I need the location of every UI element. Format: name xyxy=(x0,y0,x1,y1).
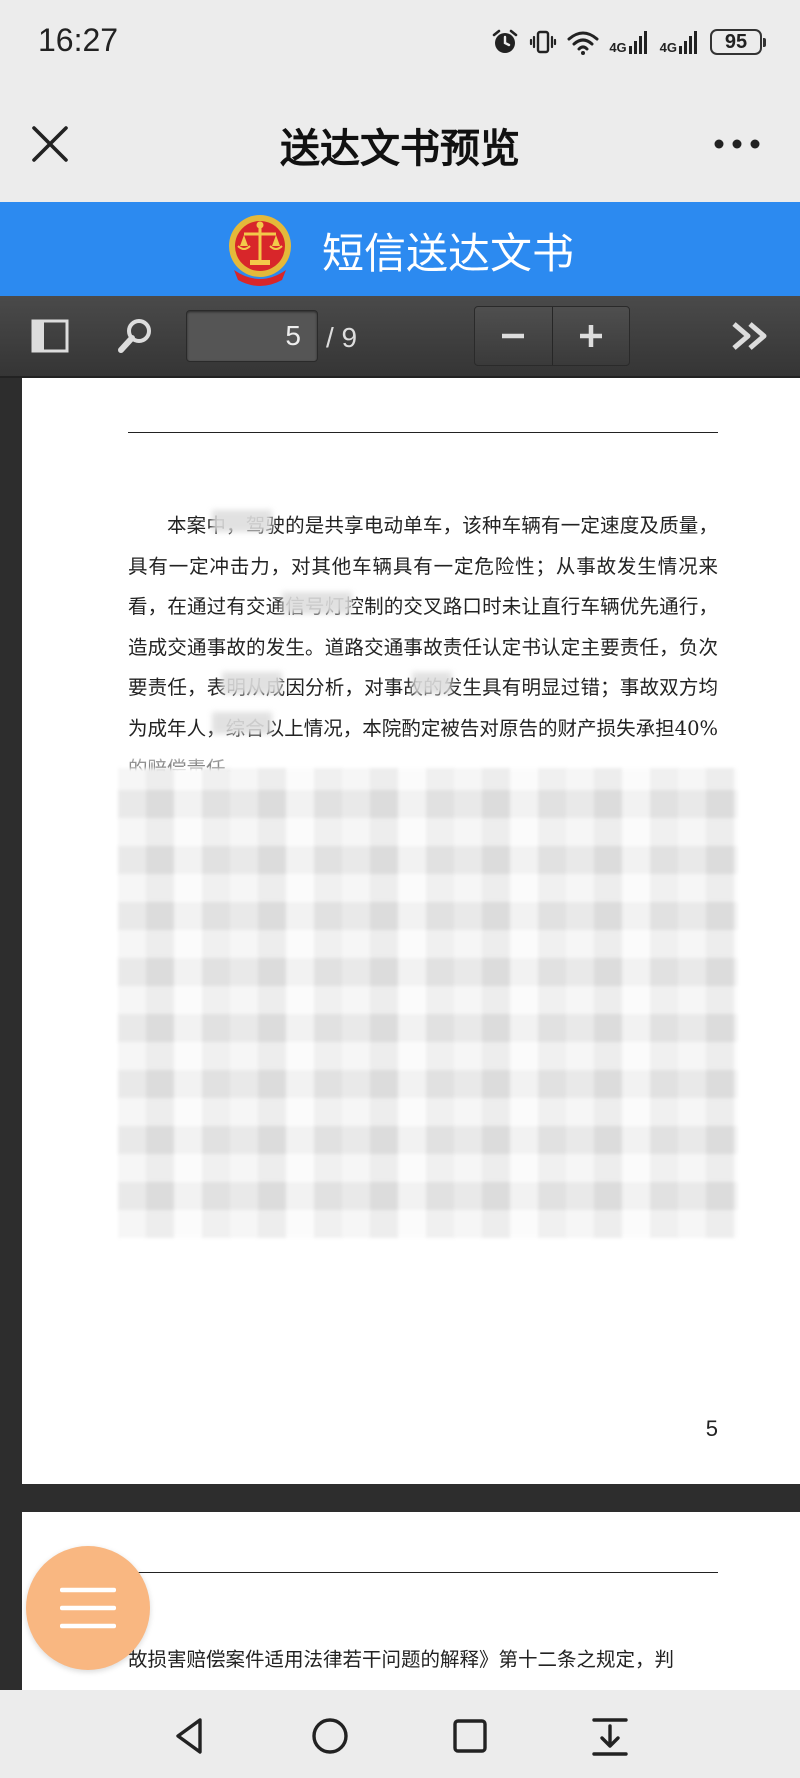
status-icons: 4G 4G 95 xyxy=(491,24,766,60)
minus-icon xyxy=(502,333,525,339)
system-nav-bar xyxy=(0,1690,800,1778)
banner-title: 短信送达文书 xyxy=(322,229,575,278)
plus-icon xyxy=(579,325,602,347)
zoom-controls xyxy=(474,306,630,366)
back-triangle-icon[interactable] xyxy=(168,1714,212,1758)
recents-square-icon[interactable] xyxy=(448,1714,492,1758)
notification-shade-icon[interactable] xyxy=(588,1714,632,1758)
cellular-signal-2: 4G xyxy=(660,30,700,54)
redaction-mark xyxy=(412,672,452,694)
redaction-mark xyxy=(212,510,272,532)
signal-bars-icon xyxy=(628,31,647,54)
network-type-label: 4G xyxy=(609,40,627,55)
header-rule xyxy=(128,432,718,433)
document-viewer[interactable]: 本案中，驾驶的是共享电动单车，该种车辆有一定速度及质量，具有一定冲击力，对其他车… xyxy=(0,378,800,1690)
document-paragraph: 本案中，驾驶的是共享电动单车，该种车辆有一定速度及质量，具有一定冲击力，对其他车… xyxy=(128,514,718,780)
page-total-label: / 9 xyxy=(326,322,358,353)
home-circle-icon[interactable] xyxy=(308,1714,352,1758)
redaction-mark xyxy=(282,592,352,614)
page-title: 送达文书预览 xyxy=(280,126,520,172)
header-rule xyxy=(128,1572,718,1573)
more-options-icon[interactable] xyxy=(712,136,762,152)
search-icon[interactable] xyxy=(116,316,156,356)
status-time: 16:27 xyxy=(38,22,119,58)
court-banner: 短信送达文书 xyxy=(0,202,800,296)
cellular-signal-1: 4G xyxy=(609,30,649,54)
title-bar: 送达文书预览 xyxy=(0,84,800,202)
page-number-input[interactable]: 5 xyxy=(186,310,318,362)
alarm-icon xyxy=(493,29,518,53)
redaction-mark xyxy=(212,712,272,734)
signal-bars-icon xyxy=(679,31,697,54)
document-page-5: 本案中，驾驶的是共享电动单车，该种车辆有一定速度及质量，具有一定冲击力，对其他车… xyxy=(22,378,800,1484)
hamburger-menu-icon xyxy=(60,1587,116,1629)
zoom-out-button[interactable] xyxy=(475,307,552,365)
redacted-region xyxy=(118,768,738,1238)
double-chevron-right-icon[interactable] xyxy=(728,316,772,356)
vibrate-icon xyxy=(530,30,557,54)
court-emblem-icon xyxy=(229,215,291,286)
document-paragraph: 故损害赔偿案件适用法律若干问题的解释》第十二条之规定，判 xyxy=(128,1648,675,1671)
pdf-toolbar: 5 / 9 xyxy=(0,296,800,378)
page-number: 5 xyxy=(705,1416,718,1441)
redaction-mark xyxy=(222,672,282,694)
battery-indicator: 95 xyxy=(710,29,766,55)
network-type-label: 4G xyxy=(659,40,677,55)
wifi-icon xyxy=(567,31,599,55)
floating-menu-button[interactable] xyxy=(26,1546,150,1670)
status-bar: 16:27 4G 4G 95 xyxy=(0,0,800,84)
zoom-in-button[interactable] xyxy=(551,307,630,365)
sidebar-toggle-icon[interactable] xyxy=(30,316,70,356)
